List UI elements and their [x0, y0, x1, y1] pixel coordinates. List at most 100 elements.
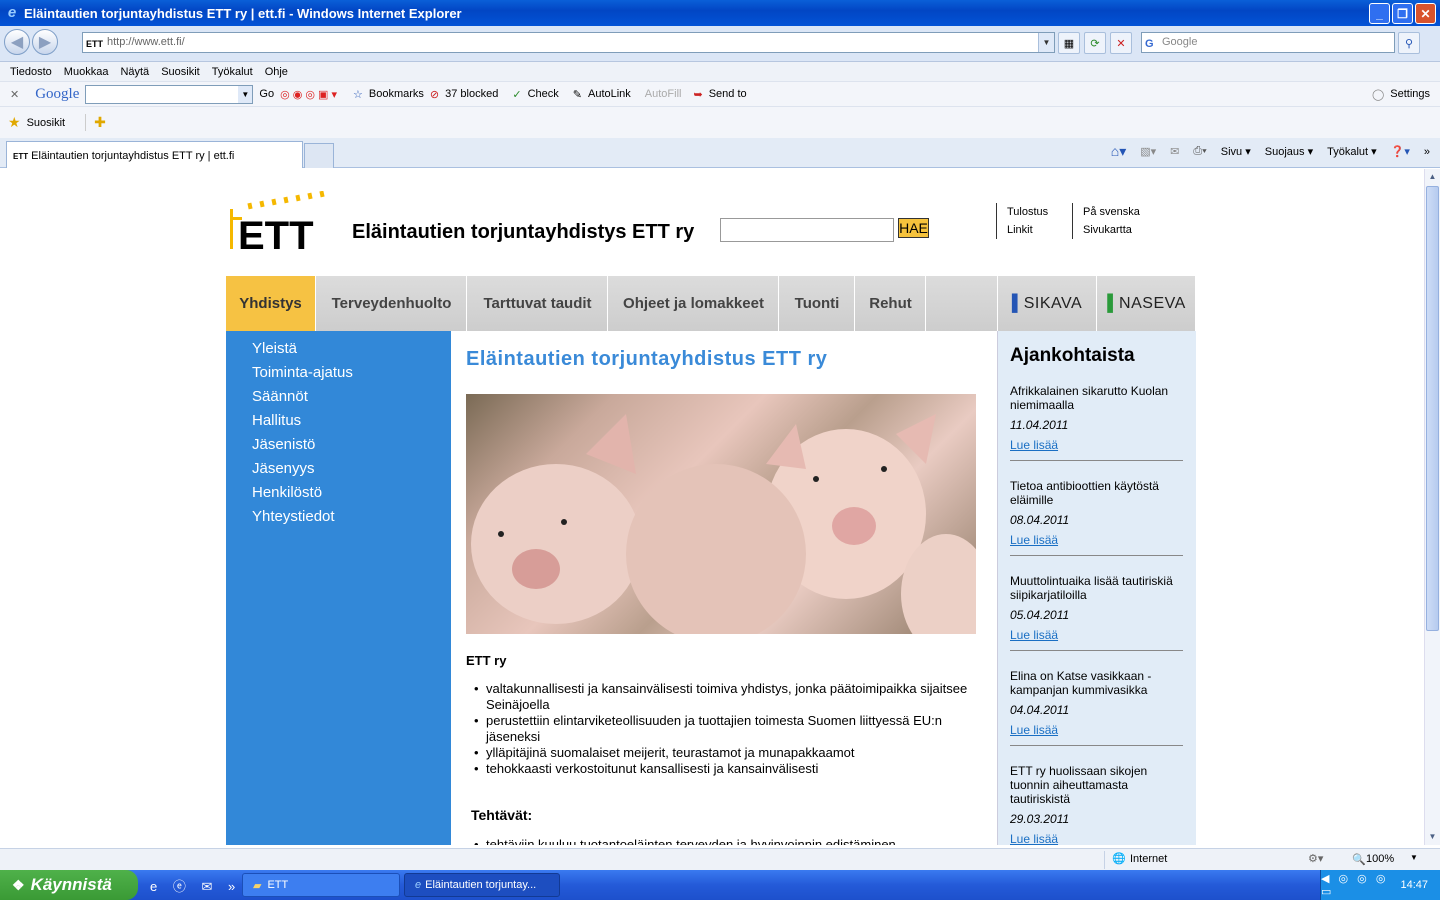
readmore-link[interactable]: Lue lisää [1010, 723, 1183, 737]
menu-file[interactable]: Tiedosto [10, 66, 52, 78]
favorites-star-icon: ★ [8, 114, 21, 130]
sidebar-item-yleista[interactable]: Yleistä [252, 340, 297, 357]
nav-tuonti[interactable]: Tuonti [780, 276, 855, 331]
menu-favorites[interactable]: Suosikit [161, 66, 200, 78]
zoom-dropdown-icon[interactable]: ▼ [1410, 853, 1418, 862]
toolbar-close-icon[interactable]: ✕ [10, 88, 19, 101]
chevron-more-icon[interactable]: » [1424, 146, 1430, 158]
site-search-input[interactable] [720, 218, 894, 242]
forward-button[interactable]: ▶ [32, 29, 58, 55]
favorites-bar: ★ Suosikit ✚ [0, 107, 1440, 138]
spellcheck-icon: ✓ [512, 88, 522, 101]
back-button[interactable]: ◀ [4, 29, 30, 55]
go-button[interactable]: Go [259, 88, 274, 100]
link-svenska[interactable]: På svenska [1083, 203, 1140, 221]
print-icon[interactable]: ⎙▾ [1193, 145, 1206, 158]
tray-icons[interactable]: ◀ ◎ ◎ ◎ ▭ [1321, 872, 1390, 898]
sidebar-item-henkilosto[interactable]: Henkilöstö [252, 484, 322, 501]
search-input[interactable]: G Google [1141, 32, 1395, 53]
news-item: Elina on Katse vasikkaan -kampanjan kumm… [1010, 669, 1183, 746]
tools-menu[interactable]: Työkalut ▾ [1327, 145, 1377, 158]
start-button[interactable]: ❖ Käynnistä [0, 870, 138, 900]
nav-terveydenhuolto[interactable]: Terveydenhuolto [317, 276, 467, 331]
mail-icon[interactable]: ✉ [1170, 145, 1179, 158]
sidebar-item-yhteystiedot[interactable]: Yhteystiedot [252, 508, 335, 525]
sendto-icon: ➥ [693, 88, 703, 101]
menu-view[interactable]: Näytä [120, 66, 149, 78]
news-date: 08.04.2011 [1010, 513, 1070, 527]
check-button[interactable]: Check [528, 88, 559, 100]
sidebar-item-jasenyys[interactable]: Jäsenyys [252, 460, 315, 477]
scroll-down-icon[interactable]: ▼ [1425, 829, 1440, 845]
sidebar-item-saannot[interactable]: Säännöt [252, 388, 308, 405]
close-button[interactable]: ✕ [1415, 3, 1436, 24]
tab-bar: ETT Eläintautien torjuntayhdistus ETT ry… [0, 138, 1440, 168]
compat-view-icon[interactable]: ▦ [1058, 32, 1080, 54]
section-subheading: ETT ry [466, 653, 507, 668]
new-tab-button[interactable] [304, 143, 334, 168]
news-title[interactable]: Muuttolintuaika lisää tautiriskiä siipik… [1010, 574, 1183, 602]
settings-button[interactable]: Settings [1390, 88, 1430, 100]
link-linkit[interactable]: Linkit [1007, 221, 1048, 239]
nav-ohjeet[interactable]: Ohjeet ja lomakkeet [609, 276, 779, 331]
protected-mode-icon[interactable]: ⚙▾ [1308, 852, 1323, 865]
scroll-thumb[interactable] [1426, 186, 1439, 631]
safety-menu[interactable]: Suojaus ▾ [1265, 145, 1313, 158]
readmore-link[interactable]: Lue lisää [1010, 628, 1183, 642]
news-title[interactable]: Tietoa antibioottien käytöstä eläimille [1010, 479, 1183, 507]
help-icon[interactable]: ❓▾ [1391, 145, 1410, 158]
sidebar-item-jasenisto[interactable]: Jäsenistö [252, 436, 315, 453]
page-menu[interactable]: Sivu ▾ [1221, 145, 1251, 158]
nav-rehut[interactable]: Rehut [856, 276, 926, 331]
home-icon[interactable]: ⌂▾ [1111, 143, 1126, 160]
minimize-button[interactable]: _ [1369, 3, 1390, 24]
tab-active[interactable]: ETT Eläintautien torjuntayhdistus ETT ry… [6, 141, 303, 168]
nav-tarttuvat-taudit[interactable]: Tarttuvat taudit [468, 276, 608, 331]
google-toolbar: ✕ Google Go ◎ ◉ ◎ ▣ ▾ ☆ Bookmarks ⊘ 37 b… [0, 81, 1440, 107]
nav-sikava[interactable]: ▌SIKAVA [997, 276, 1097, 331]
vertical-scrollbar[interactable]: ▲ ▼ [1424, 169, 1440, 845]
address-field[interactable]: ETT http://www.ett.fi/ ▼ [82, 32, 1055, 53]
nav-yhdistys[interactable]: Yhdistys [226, 276, 316, 331]
favorites-button[interactable]: Suosikit [27, 117, 66, 129]
address-toolbar: ◀ ▶ ETT http://www.ett.fi/ ▼ ▦ ⟳ ✕ G Goo… [0, 26, 1440, 62]
link-sivukartta[interactable]: Sivukartta [1083, 221, 1140, 239]
autolink-button[interactable]: AutoLink [588, 88, 631, 100]
site-search-button[interactable]: HAE [898, 218, 929, 238]
refresh-icon[interactable]: ⟳ [1084, 32, 1106, 54]
stop-icon[interactable]: ✕ [1110, 32, 1132, 54]
task-ett-folder[interactable]: ▰ ETT [242, 873, 400, 897]
link-tulostus[interactable]: Tulostus [1007, 203, 1048, 221]
add-favorite-icon[interactable]: ✚ [85, 114, 106, 131]
maximize-button[interactable]: ❐ [1392, 3, 1413, 24]
readmore-link[interactable]: Lue lisää [1010, 533, 1183, 547]
google-search-box[interactable] [85, 84, 254, 104]
zoom-level[interactable]: 100% [1366, 853, 1394, 865]
tab-title: Eläintautien torjuntayhdistus ETT ry | e… [31, 150, 235, 162]
readmore-link[interactable]: Lue lisää [1010, 832, 1183, 845]
sendto-button[interactable]: Send to [709, 88, 747, 100]
search-go-icon[interactable]: ⚲ [1398, 32, 1420, 54]
nav-naseva[interactable]: ▌NASEVA [1098, 276, 1196, 331]
ett-logo[interactable]: ETT [228, 190, 332, 258]
popup-blocked-count[interactable]: 37 blocked [445, 88, 498, 100]
autofill-button[interactable]: AutoFill [645, 88, 682, 100]
sidebar-item-hallitus[interactable]: Hallitus [252, 412, 301, 429]
toolbar-icons[interactable]: ◎ ◉ ◎ ▣ ▾ [280, 88, 337, 101]
news-title[interactable]: ETT ry huolissaan sikojen tuonnin aiheut… [1010, 764, 1183, 806]
task-ie-window[interactable]: e Eläintautien torjuntay... [404, 873, 560, 897]
bookmarks-button[interactable]: Bookmarks [369, 88, 424, 100]
news-item: ETT ry huolissaan sikojen tuonnin aiheut… [1010, 764, 1183, 845]
menu-tools[interactable]: Työkalut [212, 66, 253, 78]
bookmarks-star-icon: ☆ [353, 88, 363, 101]
feeds-icon[interactable]: ▧▾ [1140, 145, 1156, 158]
news-title[interactable]: Afrikkalainen sikarutto Kuolan niemimaal… [1010, 384, 1183, 412]
sidebar-item-toiminta[interactable]: Toiminta-ajatus [252, 364, 353, 381]
menu-edit[interactable]: Muokkaa [64, 66, 109, 78]
address-dropdown-icon[interactable]: ▼ [1038, 33, 1054, 52]
quicklaunch-icons[interactable]: e ⓔ ✉ » [150, 876, 241, 895]
news-title[interactable]: Elina on Katse vasikkaan -kampanjan kumm… [1010, 669, 1183, 697]
menu-help[interactable]: Ohje [265, 66, 288, 78]
scroll-up-icon[interactable]: ▲ [1425, 169, 1440, 185]
readmore-link[interactable]: Lue lisää [1010, 438, 1183, 452]
